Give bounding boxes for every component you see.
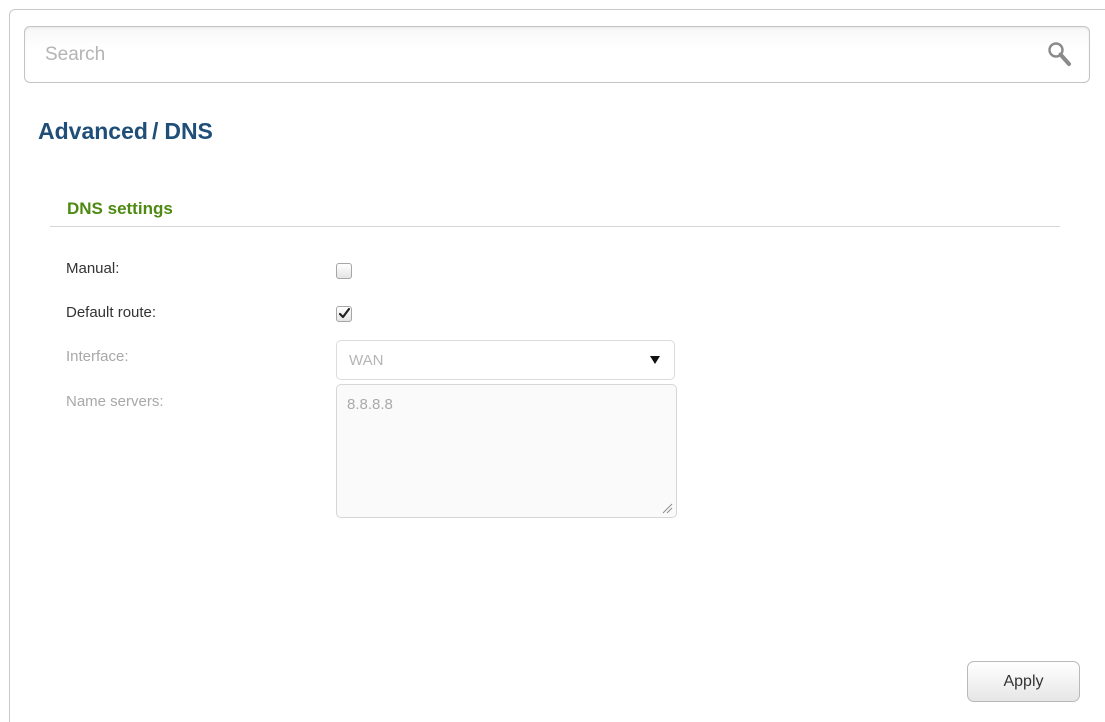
search-bar[interactable] [24, 26, 1090, 83]
dropdown-arrow-icon [650, 356, 660, 364]
interface-select[interactable]: WAN [336, 340, 675, 380]
name-servers-label: Name servers: [66, 393, 164, 410]
interface-label: Interface: [66, 348, 129, 365]
search-icon[interactable] [1045, 40, 1075, 70]
name-servers-textarea[interactable]: 8.8.8.8 [336, 384, 677, 518]
section-title: DNS settings [67, 199, 173, 218]
default-route-label: Default route: [66, 304, 157, 321]
search-input[interactable] [45, 40, 1005, 70]
manual-checkbox[interactable] [336, 263, 352, 279]
breadcrumb-separator: / [151, 118, 159, 144]
interface-select-value: WAN [349, 352, 384, 369]
checkmark-icon [338, 307, 351, 319]
default-route-checkbox[interactable] [336, 306, 352, 322]
manual-label: Manual: [66, 260, 120, 277]
breadcrumb: Advanced / DNS [38, 118, 213, 145]
breadcrumb-parent[interactable]: Advanced [38, 118, 148, 144]
apply-button[interactable]: Apply [967, 661, 1080, 702]
resize-grip-icon[interactable] [662, 503, 673, 514]
breadcrumb-current: DNS [164, 118, 213, 144]
section-divider [50, 226, 1060, 227]
